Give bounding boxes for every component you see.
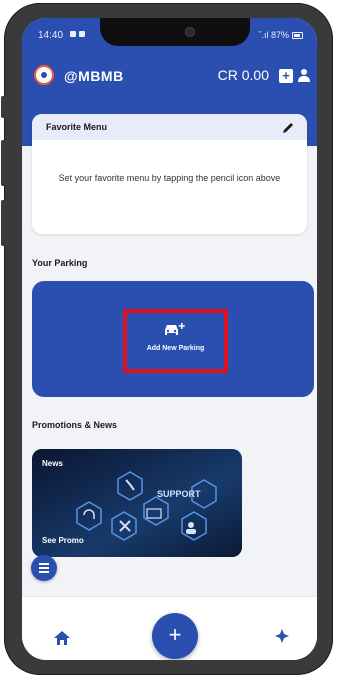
- app-logo: [34, 65, 54, 85]
- phone-side-button: [1, 96, 6, 118]
- phone-volume-down: [1, 200, 6, 246]
- support-image-text: SUPPORT: [157, 489, 201, 499]
- parking-card: Add New Parking: [32, 281, 314, 397]
- phone-screen: 14:40 ˇ.ıl 87% @MBMB CR 0.00 + Favorite …: [22, 18, 317, 660]
- car-add-icon: [165, 323, 185, 335]
- balance[interactable]: CR 0.00: [218, 67, 269, 83]
- add-button[interactable]: +: [152, 613, 198, 659]
- compass-icon[interactable]: [275, 629, 289, 643]
- profile-icon[interactable]: [297, 68, 311, 84]
- app-bar: @MBMB CR 0.00 +: [22, 62, 317, 90]
- battery-icon: [292, 31, 303, 39]
- favorite-menu-header: Favorite Menu: [32, 114, 307, 140]
- username: @MBMB: [64, 68, 124, 84]
- add-new-parking-label: Add New Parking: [146, 345, 205, 352]
- status-signal-battery: ˇ.ıl 87%: [258, 30, 303, 40]
- news-promo-card[interactable]: News SUPPORT See Promo: [32, 449, 242, 557]
- menu-icon[interactable]: [31, 555, 57, 581]
- phone-notch: [100, 18, 250, 46]
- status-time: 14:40: [38, 30, 64, 41]
- status-notification-icons: [70, 31, 85, 37]
- your-parking-title: Your Parking: [32, 258, 88, 268]
- top-up-button[interactable]: +: [279, 69, 293, 83]
- pencil-icon[interactable]: [281, 121, 295, 135]
- front-camera: [185, 27, 195, 37]
- phone-volume-up: [1, 140, 6, 186]
- see-promo-link[interactable]: See Promo: [42, 536, 84, 545]
- home-icon[interactable]: [54, 631, 70, 645]
- add-new-parking-button[interactable]: Add New Parking: [123, 309, 228, 373]
- favorite-menu-title: Favorite Menu: [46, 122, 108, 132]
- news-label: News: [42, 459, 63, 468]
- favorite-menu-empty-text: Set your favorite menu by tapping the pe…: [58, 173, 281, 183]
- bottom-navigation: +: [22, 596, 317, 660]
- favorite-menu-card: Favorite Menu Set your favorite menu by …: [32, 114, 307, 234]
- promotions-title: Promotions & News: [32, 420, 118, 430]
